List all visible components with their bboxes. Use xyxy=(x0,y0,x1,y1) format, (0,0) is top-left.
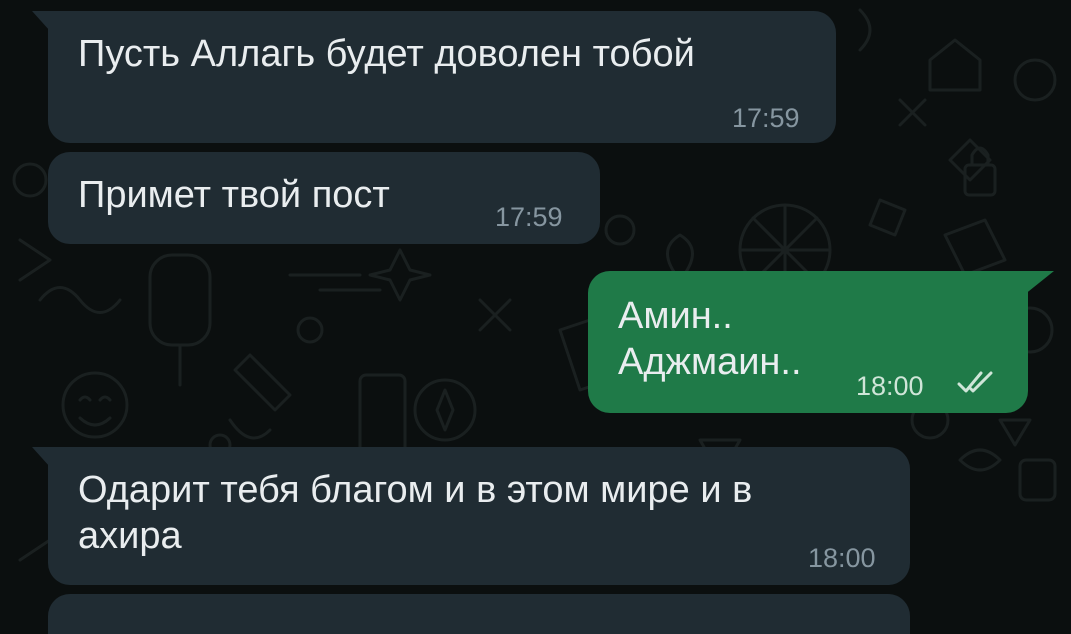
card-doodle xyxy=(358,373,407,457)
double-check-icon xyxy=(957,371,993,393)
smiley-doodle xyxy=(61,371,129,439)
message-text: Примет твой пост xyxy=(78,174,390,216)
message-text: Одарит тебя благом и в этом мире и в ахи… xyxy=(78,469,753,557)
message-bubble-incoming[interactable]: Одарит тебя благом и в этом мире и в ахи… xyxy=(32,447,910,585)
message-timestamp: 17:59 xyxy=(495,202,563,232)
message-timestamp: 17:59 xyxy=(732,103,800,133)
bubble-tail xyxy=(32,447,62,471)
message-bubble-incoming[interactable]: Примет твой пост 17:59 xyxy=(48,152,600,244)
house-doodle xyxy=(928,38,982,92)
bubble-tail xyxy=(1024,271,1054,295)
message-bubble-outgoing[interactable]: Амин.. Аджмаин.. 18:00 xyxy=(588,271,1054,413)
smiley-face-doodle xyxy=(78,395,112,427)
message-bubble-partial[interactable] xyxy=(48,594,910,634)
message-timestamp: 18:00 xyxy=(808,543,876,573)
sparkle-doodle xyxy=(368,248,432,302)
message-bubble-incoming[interactable]: Пусть Аллагь будет доволен тобой 17:59 xyxy=(32,11,836,143)
message-text: Амин.. Аджмаин.. xyxy=(618,295,802,383)
message-text: Пусть Аллагь будет доволен тобой xyxy=(78,33,695,75)
bubble-tail xyxy=(32,11,62,35)
pen-doodle xyxy=(228,353,292,440)
popsicle-doodle xyxy=(148,253,212,347)
message-timestamp: 18:00 xyxy=(856,371,924,401)
